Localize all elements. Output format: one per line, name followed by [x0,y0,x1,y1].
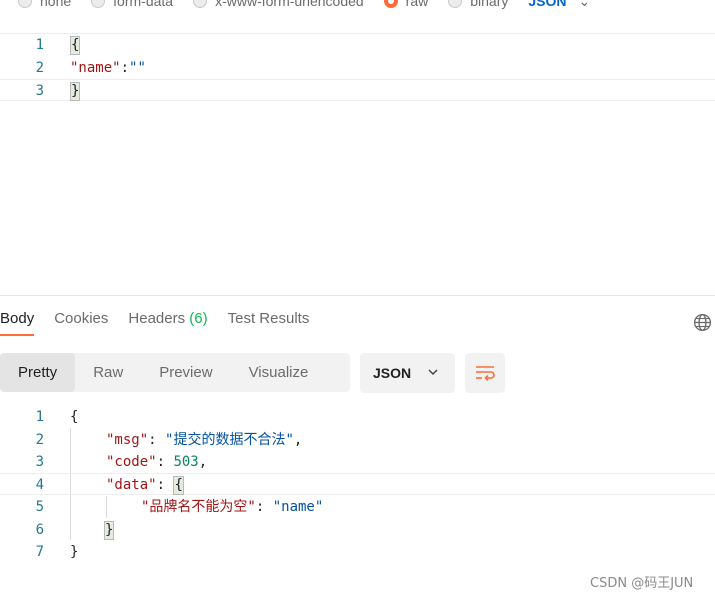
colon: : [156,454,174,470]
viewer-line: 7 } [0,541,715,563]
json-value: 503 [173,454,199,470]
close-brace: } [70,544,79,560]
line-number: 6 [35,522,44,538]
json-key: "品牌名不能为空" [141,499,256,515]
radio-label: x-www-form-urlencoded [215,0,364,9]
editor-line-current: 3 } [0,79,715,101]
json-key: "data" [106,477,157,493]
radio-label: binary [470,0,509,9]
raw-format-dropdown[interactable]: JSON [528,0,566,9]
editor-line: 1 { [0,34,715,56]
radio-dot-icon [193,0,208,8]
wrap-lines-icon [476,366,495,381]
view-preview-button[interactable]: Preview [141,353,230,392]
json-value: "提交的数据不合法" [165,432,294,448]
headers-count: (6) [189,310,208,327]
line-number: 2 [35,60,44,76]
tab-headers[interactable]: Headers (6) [128,310,207,336]
editor-line: 2 "name":"" [0,57,715,79]
chevron-down-icon [428,369,438,376]
radio-selected-icon [383,0,398,8]
line-number: 7 [35,544,44,560]
wrap-lines-button[interactable] [465,353,505,393]
tab-test-results[interactable]: Test Results [228,310,310,336]
radio-label: raw [405,0,429,9]
body-type-selector: none form-data x-www-form-urlencoded raw… [0,0,715,11]
viewer-line: 6 } [0,519,715,541]
response-tabs: Body Cookies Headers (6) Test Results [0,310,329,336]
line-number: 1 [35,37,44,53]
json-value: "" [129,60,146,76]
json-value: "name" [272,499,324,515]
viewer-line: 2 "msg": "提交的数据不合法", [0,429,715,451]
radio-raw[interactable]: raw [383,0,429,9]
watermark: CSDN @码王JUN [590,576,694,591]
colon: : [255,499,273,515]
radio-none[interactable]: none [18,0,71,9]
radio-dot-icon [91,0,106,8]
colon: : [156,477,174,493]
line-number: 1 [35,409,44,425]
radio-label: none [40,0,72,9]
json-key: "name" [70,60,121,76]
open-brace: { [70,409,79,425]
colon: : [148,432,166,448]
open-brace: { [173,475,184,495]
comma: , [198,454,208,470]
viewer-line: 3 "code": 503, [0,451,715,473]
radio-form-data[interactable]: form-data [91,0,173,9]
response-format-select[interactable]: JSON [360,353,455,393]
json-key: "msg" [106,432,149,448]
open-brace: { [70,35,81,55]
line-number: 5 [35,499,44,515]
comma: , [293,432,303,448]
radio-binary[interactable]: binary [448,0,508,9]
view-mode-toggle: Pretty Raw Preview Visualize [0,353,350,392]
tab-body[interactable]: Body [0,310,35,336]
pane-divider[interactable] [0,295,715,296]
radio-dot-icon [18,0,32,8]
tab-label: Headers [128,310,186,327]
line-number: 3 [35,83,44,99]
line-number: 2 [35,432,44,448]
close-brace: } [104,520,115,540]
radio-dot-icon [448,0,463,8]
globe-icon[interactable] [693,313,712,332]
viewer-line: 1 { [0,406,715,428]
viewer-line: 5 "品牌名不能为空": "name" [0,496,715,518]
close-brace: } [70,81,81,101]
line-number: 3 [35,454,44,470]
view-pretty-button[interactable]: Pretty [0,353,76,392]
format-label: JSON [373,365,412,381]
view-visualize-button[interactable]: Visualize [231,353,327,392]
colon: : [120,60,130,76]
radio-label: form-data [113,0,174,9]
json-key: "code" [106,454,157,470]
line-number: 4 [35,477,44,493]
chevron-down-icon[interactable]: ⌄ [579,0,591,10]
viewer-line-current: 4 "data": { [0,473,715,495]
radio-urlencoded[interactable]: x-www-form-urlencoded [193,0,364,9]
view-raw-button[interactable]: Raw [75,353,141,392]
tab-cookies[interactable]: Cookies [54,310,108,336]
